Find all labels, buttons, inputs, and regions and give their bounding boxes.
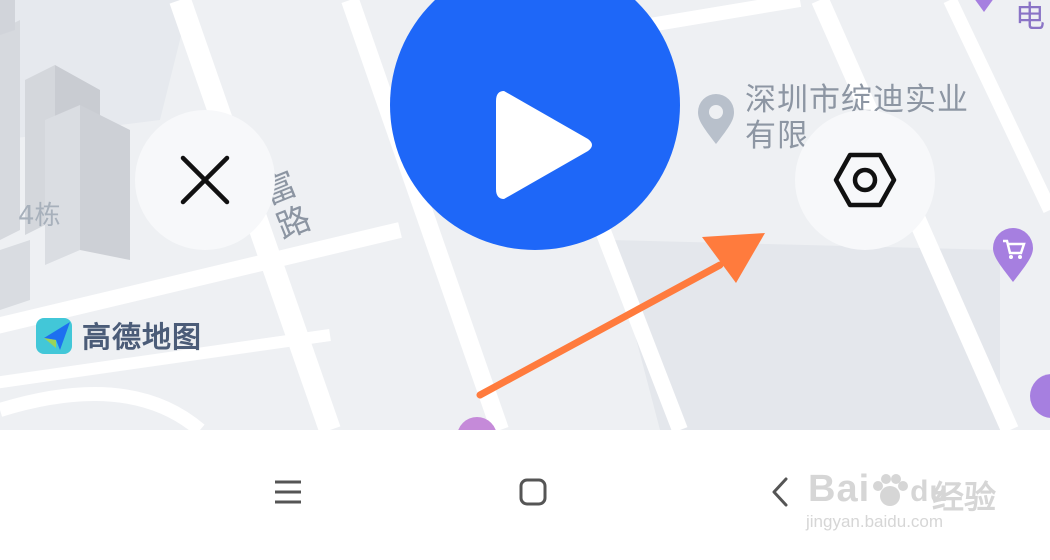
poi-partial-label: 电	[1015, 0, 1045, 35]
baidu-jingyan-watermark: Bai du 经验 jingyan.baidu.com	[800, 448, 1000, 540]
poi-pin-partial-bottom	[458, 417, 496, 430]
building-label: 4栋	[18, 201, 61, 231]
shopping-poi-icon-partial[interactable]	[1026, 372, 1050, 426]
menu-icon	[275, 480, 301, 504]
poi-pin-partial-top	[975, 0, 993, 12]
amap-logo-icon	[36, 318, 72, 354]
home-square-icon	[519, 478, 547, 506]
system-navigation-bar: Bai du 经验 jingyan.baidu.com	[0, 430, 1050, 560]
shopping-cart-poi-icon[interactable]	[990, 228, 1036, 284]
amap-logo-text: 高德地图	[82, 320, 203, 354]
hexagon-nut-settings-icon	[833, 152, 897, 208]
close-icon	[180, 155, 230, 205]
play-icon	[496, 91, 592, 199]
recent-apps-button[interactable]	[258, 470, 318, 514]
watermark-brand: Bai du	[808, 468, 949, 510]
location-pin-icon[interactable]	[694, 94, 738, 146]
back-chevron-icon	[772, 477, 788, 507]
close-button[interactable]	[135, 110, 275, 250]
watermark-url: jingyan.baidu.com	[806, 512, 944, 531]
amap-logo: 高德地图	[34, 314, 202, 356]
settings-button[interactable]	[795, 110, 935, 250]
map-view[interactable]: 深圳市绽迪实业有限 4栋 富路 电 高德地图	[0, 0, 1050, 430]
annotation-arrow	[476, 233, 765, 399]
home-button[interactable]	[503, 470, 563, 514]
paw-icon	[873, 473, 909, 506]
